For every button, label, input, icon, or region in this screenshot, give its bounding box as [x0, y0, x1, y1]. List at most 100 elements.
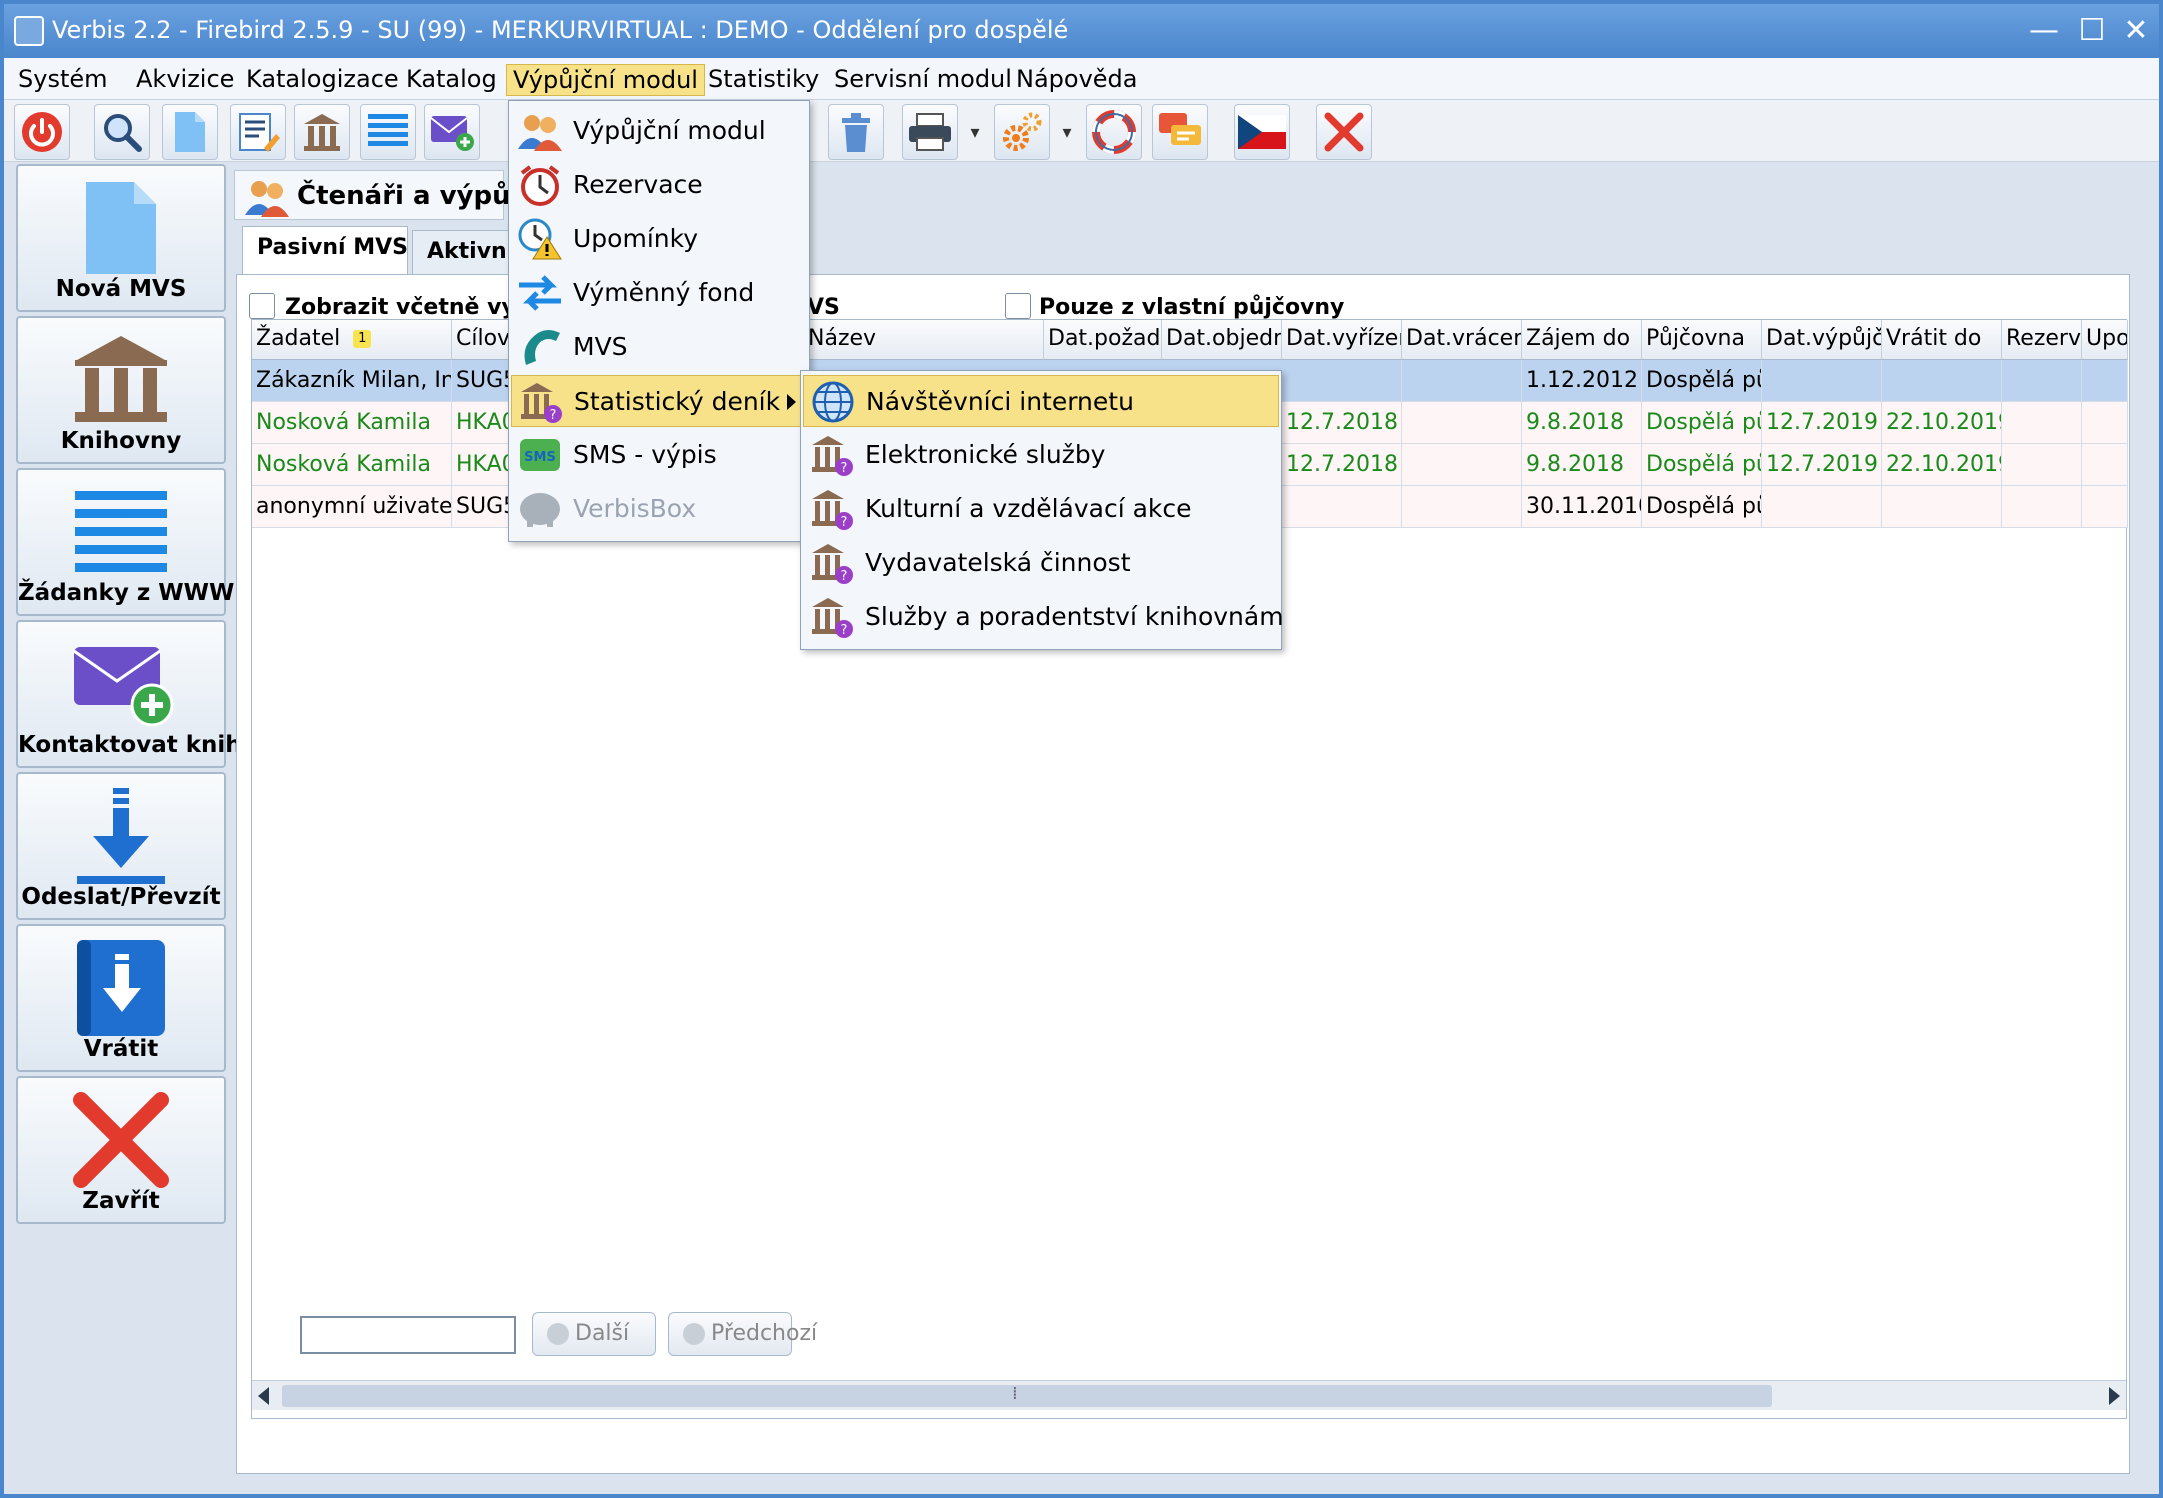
- show-including-label: Zobrazit včetně vyř: [285, 295, 527, 320]
- column-header-dat-vraceni[interactable]: Dat.vrácen: [1402, 320, 1522, 360]
- cell-upominky: [2082, 444, 2128, 486]
- submenu-item-kulturni-akce[interactable]: ? Kulturní a vzdělávací akce: [803, 483, 1279, 535]
- czech-flag-icon[interactable]: [1234, 104, 1290, 160]
- column-header-dat-pozadavku[interactable]: Dat.požada: [1044, 320, 1162, 360]
- cell-vratit-do: [1882, 360, 2002, 402]
- column-header-upominky[interactable]: Upo: [2082, 320, 2128, 360]
- power-icon[interactable]: [14, 104, 70, 160]
- envelope-add-icon[interactable]: [424, 104, 480, 160]
- list-lines-icon[interactable]: [360, 104, 416, 160]
- sidebar-send-receive-button[interactable]: Odeslat/Převzít: [16, 772, 226, 920]
- settings-dropdown-icon[interactable]: ▾: [1058, 104, 1076, 160]
- list-lines-icon: [18, 482, 224, 582]
- tab-aktivni-mvs[interactable]: Aktivní: [412, 230, 514, 274]
- statisticky-denik-submenu: Návštěvníci internetu ? Elektronické slu…: [800, 370, 1284, 650]
- column-header-dat-objednani[interactable]: Dat.objedn: [1162, 320, 1282, 360]
- settings-gears-icon[interactable]: [994, 104, 1050, 160]
- submenu-item-label: Kulturní a vzdělávací akce: [865, 494, 1192, 523]
- show-including-checkbox[interactable]: [249, 293, 275, 319]
- column-header-dat-vypujceni[interactable]: Dat.výpůjčl: [1762, 320, 1882, 360]
- menu-item-label: Upomínky: [573, 224, 698, 253]
- edit-document-icon[interactable]: [230, 104, 286, 160]
- sidebar-new-mvs-button[interactable]: Nová MVS: [16, 164, 226, 312]
- search-icon[interactable]: [94, 104, 150, 160]
- scrollbar-thumb[interactable]: ⁞: [282, 1383, 1772, 1407]
- menu-katalogizace[interactable]: Katalogizace: [240, 64, 405, 96]
- menu-servisni-modul[interactable]: Servisní modul: [828, 64, 1018, 96]
- scroll-left-icon[interactable]: [258, 1387, 269, 1405]
- new-document-icon[interactable]: [162, 104, 218, 160]
- chat-messages-icon[interactable]: [1152, 104, 1208, 160]
- cell-pujcovna: Dospělá půj: [1642, 444, 1762, 486]
- submenu-item-label: Elektronické služby: [865, 440, 1106, 469]
- next-button[interactable]: Další: [532, 1312, 656, 1356]
- submenu-item-elektronicke-sluzby[interactable]: ? Elektronické služby: [803, 429, 1279, 481]
- horizontal-scrollbar[interactable]: ⁞: [252, 1380, 2126, 1410]
- sidebar-return-button[interactable]: Vrátit: [16, 924, 226, 1072]
- menu-item-sms-vypis[interactable]: SMS SMS - výpis: [511, 429, 807, 481]
- cell-zadatel: Nosková Kamila: [252, 444, 452, 486]
- close-window-icon[interactable]: ✕: [2116, 12, 2156, 50]
- column-header-cilova[interactable]: Cílova: [452, 320, 512, 360]
- show-including-label-tail: VS: [807, 295, 840, 320]
- sidebar-close-button[interactable]: Zavřít: [16, 1076, 226, 1224]
- cell-upominky: [2082, 486, 2128, 528]
- menu-item-upominky[interactable]: Upomínky: [511, 213, 807, 265]
- library-stats-icon: ?: [809, 541, 855, 585]
- print-icon[interactable]: [902, 104, 958, 160]
- print-dropdown-icon[interactable]: ▾: [966, 104, 984, 160]
- close-x-icon[interactable]: [1316, 104, 1372, 160]
- search-input[interactable]: [300, 1316, 516, 1354]
- library-building-icon[interactable]: [294, 104, 350, 160]
- menu-item-statisticky-denik[interactable]: ? Statistický deník: [511, 375, 807, 427]
- previous-button-label: Předchozí: [711, 1321, 818, 1346]
- phone-handset-icon: [517, 325, 563, 369]
- menu-item-vypujcni-modul[interactable]: Výpůjční modul: [511, 105, 807, 157]
- scroll-right-icon[interactable]: [2109, 1387, 2120, 1405]
- previous-button[interactable]: Předchozí: [668, 1312, 817, 1356]
- column-header-vratit-do[interactable]: Vrátit do: [1882, 320, 2002, 360]
- submenu-item-navstevnici-internetu[interactable]: Návštěvníci internetu: [803, 375, 1279, 427]
- maximize-icon[interactable]: ☐: [2072, 12, 2112, 50]
- column-header-zajem-do[interactable]: Zájem do: [1522, 320, 1642, 360]
- tab-pasivni-mvs[interactable]: Pasivní MVS: [242, 226, 408, 274]
- cell-upominky: [2082, 402, 2128, 444]
- sidebar-contact-library-button[interactable]: Kontaktovat knih.: [16, 620, 250, 768]
- download-arrow-icon: [18, 786, 224, 886]
- svg-text:?: ?: [841, 569, 848, 584]
- menu-akvizice[interactable]: Akvizice: [130, 64, 240, 96]
- sidebar-label: Odeslat/Převzít: [21, 884, 221, 910]
- menu-vypujcni-modul[interactable]: Výpůjční modul: [506, 64, 705, 96]
- submenu-item-vydavatelska-cinnost[interactable]: ? Vydavatelská činnost: [803, 537, 1279, 589]
- cell-dat-vyrizeni: 12.7.2018: [1282, 444, 1402, 486]
- menu-system[interactable]: Systém: [12, 64, 114, 96]
- sidebar-www-requests-button[interactable]: Žádanky z WWW: [16, 468, 234, 616]
- menu-napoveda[interactable]: Nápověda: [1010, 64, 1144, 96]
- menu-item-vymenny-fond[interactable]: Výměnný fond: [511, 267, 807, 319]
- sidebar-label: Nová MVS: [55, 276, 187, 302]
- column-header-rezervace[interactable]: Rezerv: [2002, 320, 2082, 360]
- submenu-item-label: Služby a poradentství knihovnám: [865, 602, 1284, 631]
- own-branch-checkbox[interactable]: [1005, 293, 1031, 319]
- sidebar-libraries-button[interactable]: Knihovny: [16, 316, 226, 464]
- cell-cilova: SUG5: [452, 486, 512, 528]
- alarm-clock-icon: [517, 163, 563, 207]
- submenu-item-sluzby-knihovnam[interactable]: ? Služby a poradentství knihovnám: [803, 591, 1284, 643]
- menu-katalog[interactable]: Katalog: [400, 64, 503, 96]
- grid-footer: Další Předchozí: [252, 1312, 2126, 1356]
- column-header-dat-vyrizeni[interactable]: Dat.vyřízer: [1282, 320, 1402, 360]
- cell-dat-vyrizeni: [1282, 486, 1402, 528]
- column-header-zadatel[interactable]: Žadatel 1: [252, 320, 452, 360]
- menu-item-mvs[interactable]: MVS: [511, 321, 807, 373]
- readers-icon: [243, 177, 291, 223]
- cell-zajem-do: 9.8.2018: [1522, 402, 1642, 444]
- column-header-pujcovna[interactable]: Půjčovna: [1642, 320, 1762, 360]
- menu-statistiky[interactable]: Statistiky: [702, 64, 825, 96]
- menu-item-rezervace[interactable]: Rezervace: [511, 159, 807, 211]
- trash-icon[interactable]: [828, 104, 884, 160]
- lifebuoy-help-icon[interactable]: [1086, 104, 1142, 160]
- column-header-nazev[interactable]: Název: [804, 320, 1044, 360]
- scrollbar-grip: ⁞: [1012, 1383, 1018, 1404]
- cell-rezervace: [2002, 486, 2082, 528]
- minimize-icon[interactable]: —: [2024, 12, 2064, 50]
